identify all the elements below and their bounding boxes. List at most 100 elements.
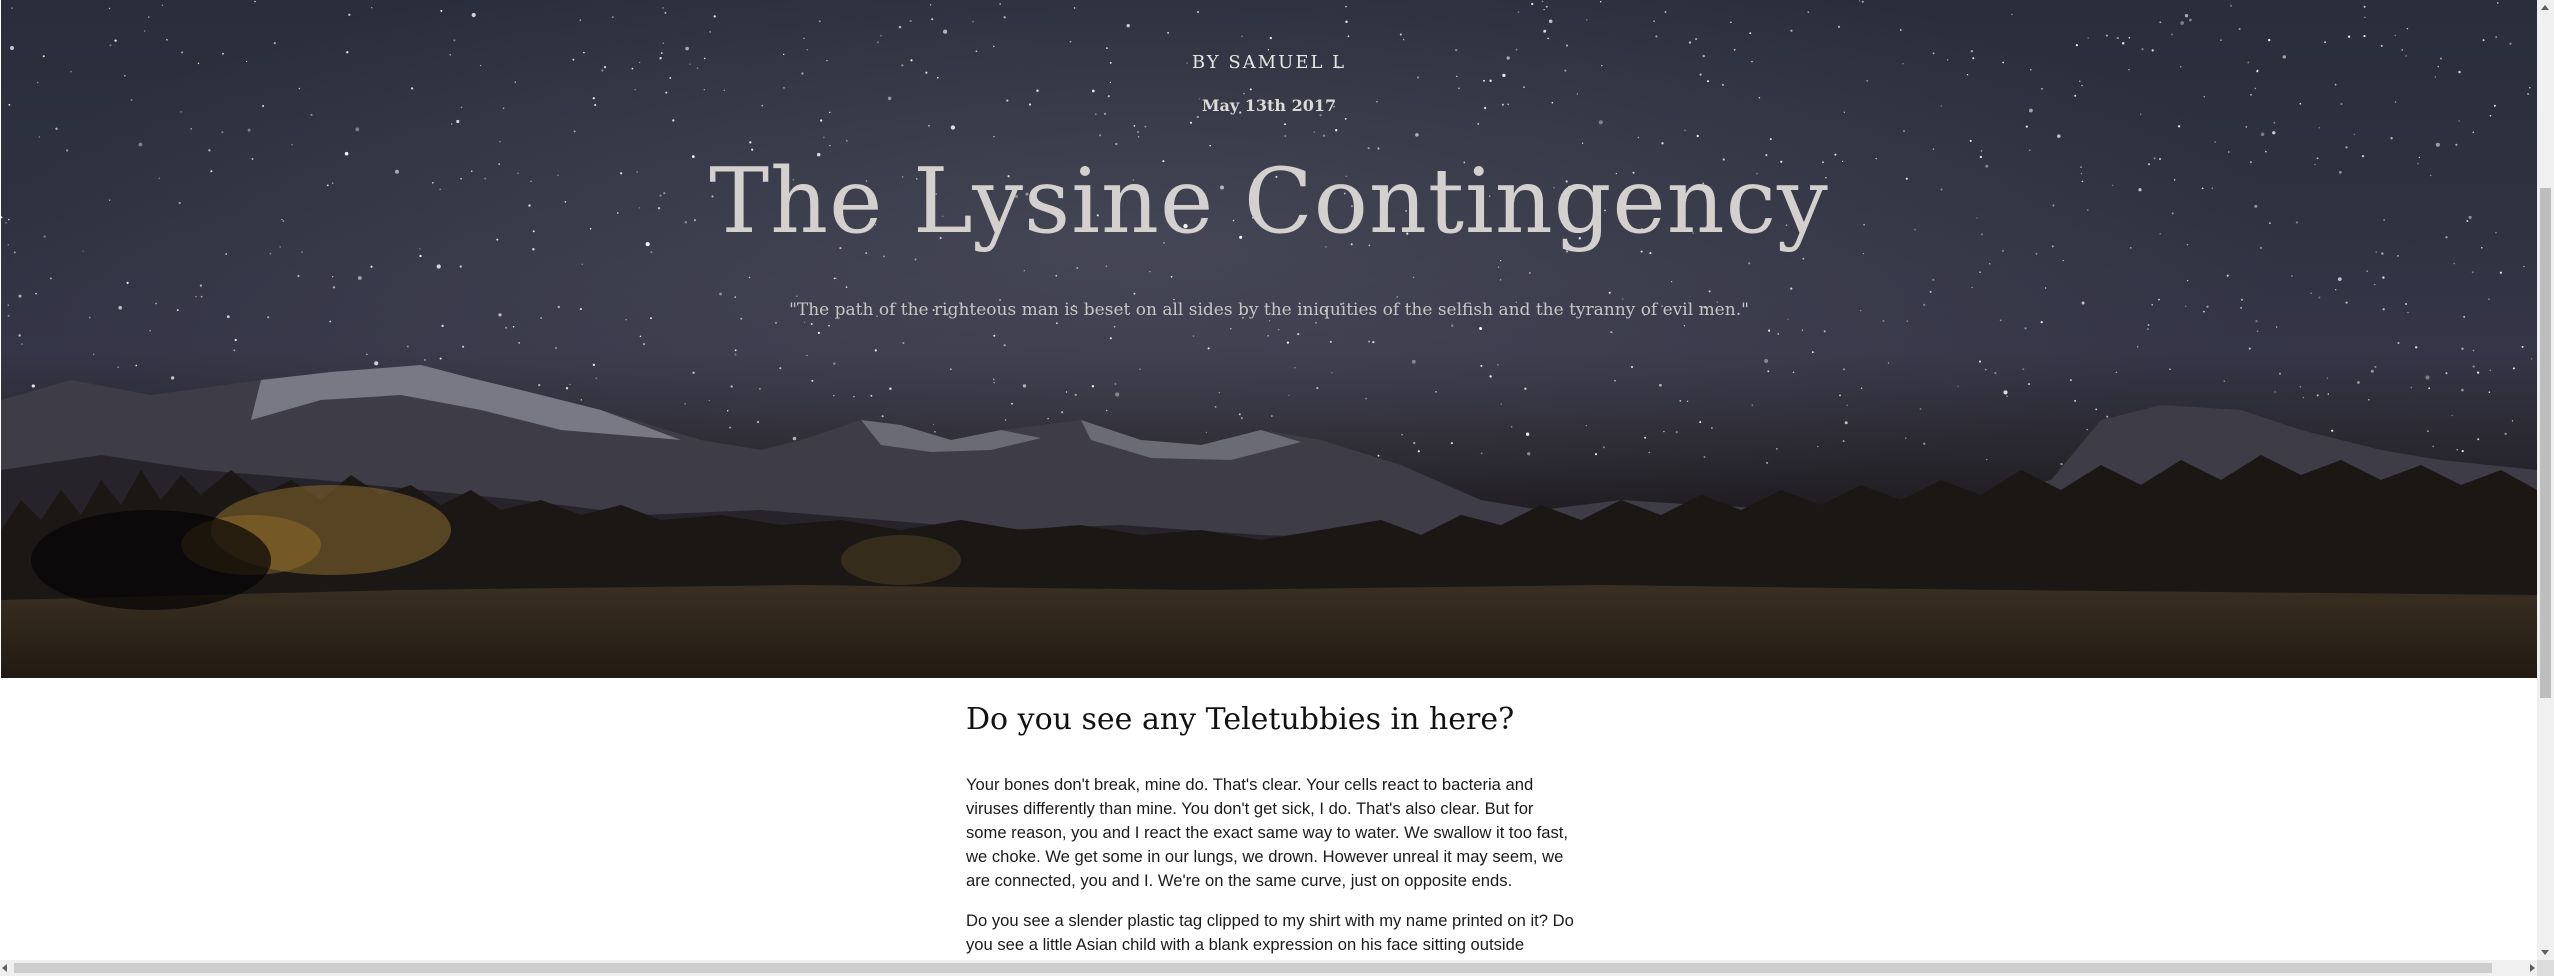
star bbox=[2180, 21, 2185, 25]
star bbox=[1966, 74, 1969, 76]
scroll-left-arrow-icon[interactable] bbox=[2, 964, 7, 972]
star bbox=[1268, 320, 1271, 322]
star bbox=[1105, 265, 1108, 268]
star bbox=[1267, 335, 1269, 337]
star bbox=[2373, 283, 2376, 286]
star bbox=[2141, 48, 2144, 51]
star bbox=[2482, 39, 2485, 42]
star bbox=[1899, 28, 1902, 31]
star bbox=[1764, 359, 1769, 363]
star bbox=[514, 81, 517, 83]
star bbox=[144, 30, 146, 32]
star bbox=[662, 42, 664, 44]
star bbox=[2074, 399, 2077, 402]
star bbox=[2105, 34, 2108, 37]
star bbox=[1839, 394, 1841, 397]
star bbox=[114, 39, 117, 42]
star bbox=[1455, 75, 1458, 78]
star bbox=[845, 139, 848, 142]
star bbox=[419, 254, 422, 258]
star bbox=[898, 25, 902, 29]
star bbox=[748, 276, 751, 279]
star bbox=[703, 89, 705, 91]
star bbox=[1401, 433, 1403, 436]
star bbox=[1136, 130, 1140, 134]
star bbox=[124, 74, 126, 77]
star bbox=[803, 37, 805, 40]
star bbox=[2521, 345, 2524, 348]
star bbox=[1663, 430, 1665, 433]
star bbox=[1842, 440, 1845, 443]
star bbox=[999, 3, 1001, 5]
star bbox=[835, 277, 837, 279]
star bbox=[2116, 36, 2119, 40]
star bbox=[348, 13, 351, 16]
star bbox=[1196, 115, 1199, 119]
star bbox=[1269, 36, 1272, 40]
star bbox=[823, 136, 825, 139]
star bbox=[1114, 383, 1117, 385]
star bbox=[2220, 39, 2222, 41]
star bbox=[1109, 337, 1112, 340]
star bbox=[1696, 134, 1699, 138]
vertical-scrollbar-thumb[interactable] bbox=[2540, 188, 2551, 698]
star bbox=[2291, 275, 2293, 277]
star bbox=[1458, 87, 1460, 90]
star bbox=[2226, 274, 2229, 277]
star bbox=[11, 7, 13, 9]
vertical-scrollbar[interactable] bbox=[2537, 0, 2554, 960]
star bbox=[2426, 430, 2429, 433]
star bbox=[2245, 126, 2248, 128]
star bbox=[555, 347, 557, 349]
page: BY SAMUEL L May 13th 2017 The Lysine Con… bbox=[0, 0, 2554, 976]
hero-header: BY SAMUEL L May 13th 2017 The Lysine Con… bbox=[1, 0, 2537, 678]
star bbox=[1415, 133, 1419, 137]
star bbox=[1133, 125, 1136, 127]
star bbox=[1344, 118, 1347, 120]
star bbox=[1768, 329, 1771, 332]
scroll-right-arrow-icon[interactable] bbox=[2530, 964, 2535, 972]
star bbox=[291, 144, 293, 146]
star bbox=[1751, 404, 1754, 407]
star bbox=[199, 284, 202, 287]
star bbox=[1214, 405, 1217, 408]
star bbox=[332, 286, 336, 289]
star bbox=[1637, 136, 1640, 139]
star bbox=[1988, 262, 1991, 265]
star bbox=[234, 338, 237, 342]
star bbox=[1497, 364, 1499, 366]
star bbox=[2128, 36, 2131, 39]
star bbox=[1502, 73, 1506, 78]
star bbox=[329, 320, 332, 323]
scroll-up-arrow-icon[interactable] bbox=[2541, 5, 2549, 10]
star bbox=[2223, 380, 2225, 382]
star bbox=[931, 18, 934, 21]
star bbox=[2472, 365, 2475, 368]
scroll-down-arrow-icon[interactable] bbox=[2541, 950, 2549, 955]
star bbox=[1230, 328, 1232, 330]
horizontal-scrollbar-thumb[interactable] bbox=[14, 963, 2492, 973]
star bbox=[471, 12, 476, 18]
star bbox=[803, 321, 806, 323]
star bbox=[1749, 32, 1752, 35]
star bbox=[2075, 44, 2078, 47]
star bbox=[2461, 388, 2464, 392]
star bbox=[1699, 73, 1702, 76]
horizontal-scrollbar[interactable] bbox=[0, 960, 2537, 976]
star bbox=[1969, 139, 1972, 142]
star bbox=[2299, 385, 2302, 388]
star bbox=[2006, 395, 2008, 398]
star bbox=[2401, 49, 2403, 51]
star bbox=[374, 361, 379, 366]
star bbox=[1004, 419, 1007, 421]
star bbox=[1807, 11, 1810, 14]
star bbox=[2169, 368, 2171, 370]
star bbox=[273, 42, 276, 45]
star bbox=[2461, 347, 2464, 350]
star bbox=[1614, 379, 1616, 382]
star bbox=[2095, 408, 2098, 411]
star bbox=[1866, 80, 1868, 82]
star bbox=[18, 334, 21, 337]
star bbox=[1105, 409, 1108, 412]
scrollbar-corner bbox=[2537, 960, 2554, 976]
